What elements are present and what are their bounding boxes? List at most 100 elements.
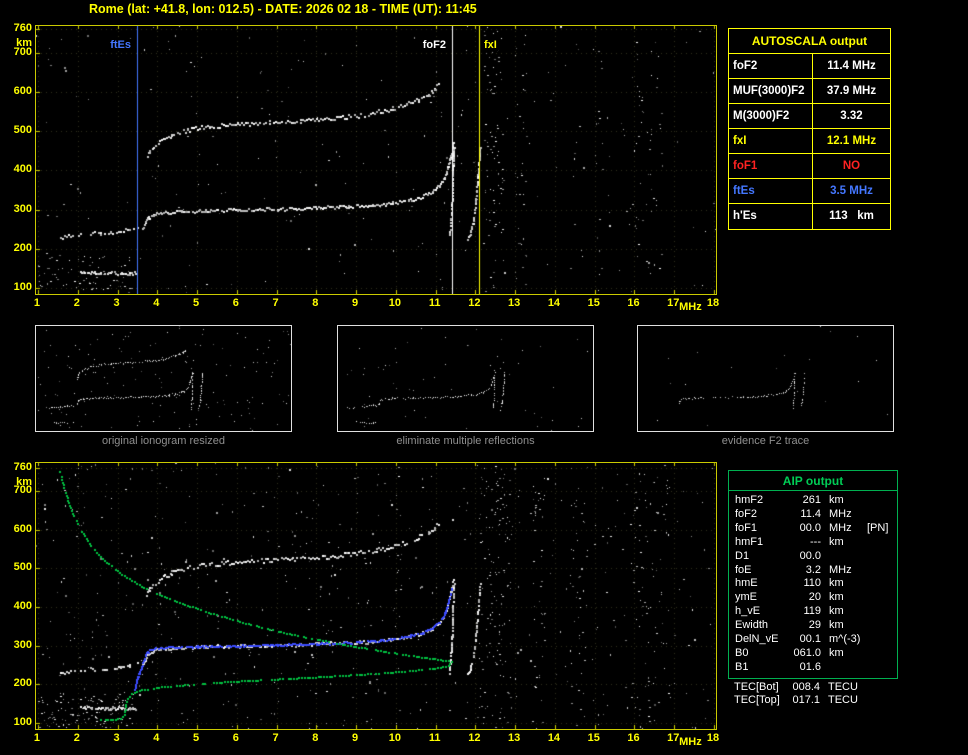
marker-foF2: foF2	[411, 39, 447, 51]
x-tick-label: 14	[547, 297, 561, 309]
aip-row-D1: D1 00.0	[735, 550, 897, 564]
aip-param-note	[867, 550, 897, 564]
aip-param-note	[867, 494, 897, 508]
autoscala-row-ftEs: ftEs 3.5 MHz	[729, 179, 890, 204]
aip-spacer	[821, 619, 829, 633]
ionogram-plot-inverted	[35, 462, 717, 730]
aip-param-name: foF1	[735, 521, 758, 534]
x-tick-label: 1	[33, 732, 41, 744]
x-tick-label: 16	[627, 732, 640, 744]
aip-param-name: TEC[Bot]	[734, 680, 779, 693]
aip-param-unit: TECU	[828, 694, 858, 707]
aip-param-name: ymE	[735, 591, 757, 604]
y-tick-label: 300	[13, 202, 32, 215]
x-tick-label: 18	[706, 732, 720, 744]
aip-spacer	[820, 694, 828, 708]
y-tick-label: 100	[13, 716, 32, 728]
aip-param-unit	[829, 550, 867, 564]
aip-param-value: 29	[808, 619, 821, 632]
autoscala-param-label: M(3000)F2	[729, 104, 813, 128]
autoscala-param-value: 12.1 MHz	[826, 135, 877, 147]
x-tick-label: 14	[547, 732, 561, 744]
aip-param-name: hmF1	[735, 535, 764, 548]
aip-param-name: foF2	[735, 507, 758, 520]
aip-table-title: AIP output	[729, 471, 897, 491]
aip-param-unit: m^(-3)	[829, 633, 861, 646]
aip-row-h_vE: h_vE 119 km	[735, 605, 897, 619]
autoscala-param-label: ftEs	[729, 179, 813, 203]
aip-param-value: 110	[803, 577, 821, 590]
aip-param-name: Ewidth	[735, 619, 769, 632]
aip-param-unit: km	[829, 619, 844, 632]
aip-output-box: AIP output hmF2 261 km foF2 11.4 MHz foF1 00.0 M…	[728, 470, 898, 679]
autoscala-param-value: 37.9 MHz	[826, 85, 877, 97]
y-tick-label: 400	[13, 600, 32, 613]
aip-param-value: 119	[803, 605, 821, 618]
aip-param-name: TEC[Top]	[734, 694, 780, 707]
autoscala-param-label: foF2	[729, 54, 813, 78]
aip-spacer	[821, 661, 829, 675]
aip-param-note	[867, 564, 897, 578]
aip-param-value: 00.0	[799, 549, 821, 562]
thumbnail-evidence-f2	[637, 325, 894, 432]
aip-row-hmF1: hmF1 --- km	[735, 536, 897, 550]
aip-row-ymE: ymE 20 km	[735, 591, 897, 605]
autoscala-row-foF1: foF1 NO	[729, 154, 890, 179]
aip-param-value: 061.0	[793, 646, 821, 659]
aip-param-name: hmE	[735, 577, 758, 590]
autoscala-table-title: AUTOSCALA output	[729, 29, 890, 54]
autoscala-param-value: 3.5 MHz	[830, 185, 873, 197]
aip-param-note: [PN]	[867, 521, 889, 534]
x-tick-label: 3	[113, 732, 120, 744]
aip-param-unit	[829, 661, 867, 675]
x-tick-label: 10	[388, 732, 401, 744]
x-axis-unit: MHz	[679, 301, 702, 313]
aip-param-note	[867, 661, 897, 675]
aip-param-unit: km	[829, 577, 844, 590]
aip-row-foF2: foF2 11.4 MHz	[735, 508, 897, 522]
thumbnail-eliminate-reflections	[337, 325, 594, 432]
x-tick-label: 7	[272, 297, 279, 309]
aip-spacer	[821, 647, 829, 661]
aip-row-foF1: foF1 00.0 MHz [PN]	[735, 522, 897, 536]
aip-spacer	[820, 681, 828, 695]
x-tick-label: 8	[312, 732, 319, 744]
ionogram-plot-measured	[35, 25, 717, 295]
y-axis-unit: km	[16, 476, 32, 488]
x-tick-label: 5	[192, 732, 200, 744]
autoscala-row-foF2: foF2 11.4 MHz	[729, 54, 890, 79]
y-tick-label: 100	[13, 281, 32, 293]
x-tick-label: 9	[352, 297, 359, 309]
aip-param-value: 00.1	[799, 633, 821, 646]
autoscala-param-value: 11.4 MHz	[827, 60, 876, 72]
aip-tec-rows: TEC[Bot] 008.4 TECU TEC[Top] 017.1 TECU	[728, 679, 898, 708]
aip-param-note	[867, 536, 897, 550]
aip-param-value: 008.4	[792, 680, 820, 693]
aip-param-unit: km	[829, 646, 844, 659]
x-tick-label: 18	[706, 297, 720, 309]
y-tick-label: 760	[13, 22, 32, 34]
autoscala-param-label: MUF(3000)F2	[729, 79, 813, 103]
autoscala-output-table: AUTOSCALA output foF2 11.4 MHz MUF(3000)F2…	[728, 28, 891, 230]
aip-row-TEC[Bot]: TEC[Bot] 008.4 TECU	[734, 681, 898, 695]
aip-spacer	[821, 550, 829, 564]
aip-param-name: DelN_vE	[735, 633, 779, 646]
aip-table-body: hmF2 261 km foF2 11.4 MHz foF1 00.0 MHz [PN] hmF1 -…	[729, 491, 897, 678]
aip-param-note	[867, 647, 897, 661]
x-tick-label: 13	[508, 732, 521, 744]
aip-spacer	[821, 605, 829, 619]
aip-param-name: D1	[735, 549, 750, 562]
aip-row-Ewidth: Ewidth 29 km	[735, 619, 897, 633]
aip-param-unit: MHz	[829, 563, 852, 576]
aip-param-note	[867, 605, 897, 619]
x-tick-label: 3	[113, 297, 120, 309]
thumbnail-canvas-original	[36, 326, 291, 431]
autoscala-param-label: foF1	[729, 154, 813, 178]
aip-param-value: 00.0	[799, 521, 821, 534]
aip-spacer	[821, 577, 829, 591]
aip-param-unit: TECU	[828, 680, 858, 693]
y-tick-label: 400	[13, 163, 32, 176]
marker-ftEs: ftEs	[96, 39, 132, 51]
aip-param-value: 01.6	[799, 660, 821, 673]
aip-spacer	[821, 633, 829, 647]
